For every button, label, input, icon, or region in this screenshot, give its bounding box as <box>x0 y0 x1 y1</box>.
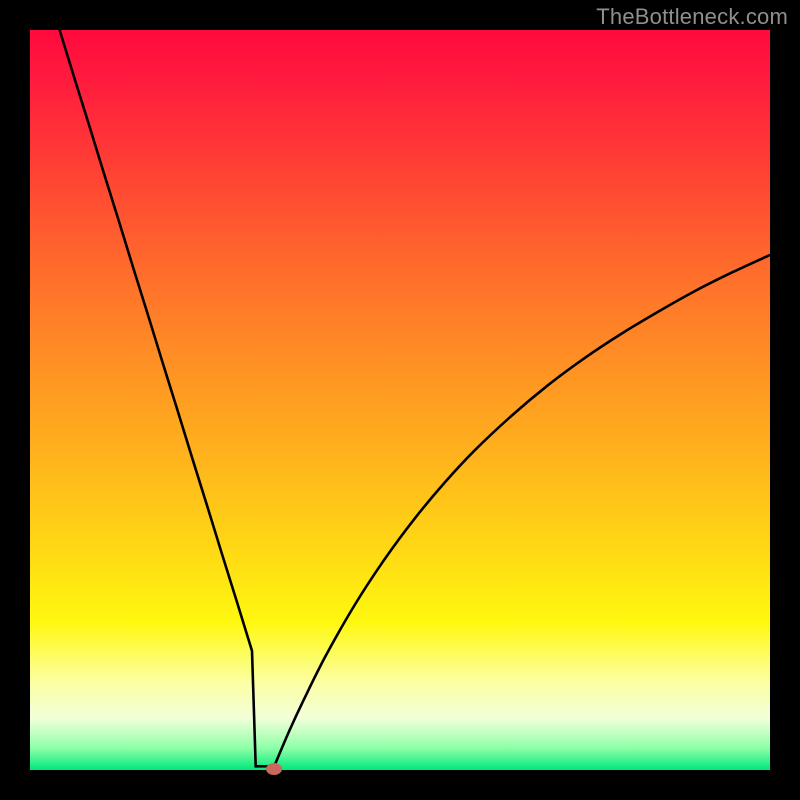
optimal-point-marker <box>266 763 282 775</box>
watermark-text: TheBottleneck.com <box>596 4 788 30</box>
chart-gradient-background <box>30 30 770 770</box>
